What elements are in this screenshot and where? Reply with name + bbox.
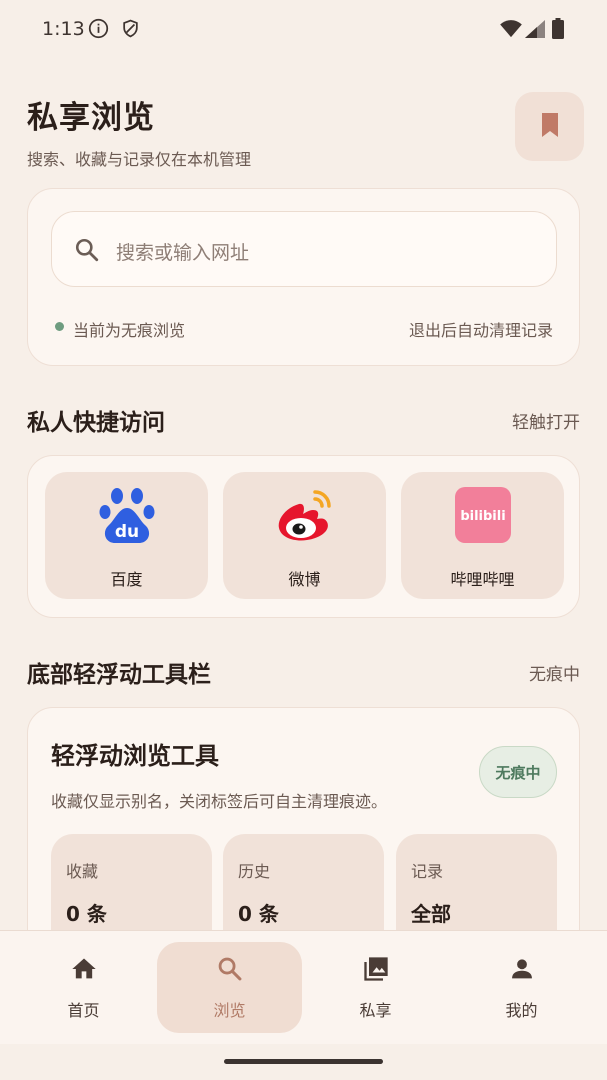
nav-browse[interactable]: 浏览: [157, 931, 302, 1044]
nav-label: 首页: [67, 1001, 100, 1020]
signal-icon: [525, 20, 545, 42]
quick-access-card: du 百度 微博 bilibili 哔哩哔哩: [27, 455, 580, 618]
quick-access-title: 私人快捷访问: [27, 410, 165, 436]
search-placeholder: 搜索或输入网址: [116, 242, 250, 264]
stat-value: 全部: [411, 902, 451, 926]
gallery-icon: [362, 955, 390, 983]
baidu-logo-icon: du: [99, 486, 155, 544]
quick-item-weibo[interactable]: 微博: [223, 472, 386, 599]
shield-icon: [121, 18, 140, 43]
tools-card-subtitle: 收藏仅显示别名，关闭标签后可自主清理痕迹。: [51, 792, 388, 811]
quick-item-label: 哔哩哔哩: [450, 570, 515, 589]
bookmarks-button[interactable]: [515, 92, 584, 161]
quick-item-bilibili[interactable]: bilibili 哔哩哔哩: [401, 472, 564, 599]
nav-label: 浏览: [213, 1001, 246, 1020]
search-icon: [216, 955, 244, 983]
nav-profile[interactable]: 我的: [449, 931, 594, 1044]
search-icon: [74, 237, 100, 267]
quick-item-label: 微博: [288, 570, 321, 589]
stat-label: 收藏: [66, 862, 99, 881]
bilibili-logo-icon: bilibili: [455, 486, 511, 544]
page-subtitle: 搜索、收藏与记录仅在本机管理: [27, 150, 252, 169]
page-title: 私享浏览: [27, 100, 155, 136]
search-input[interactable]: 搜索或输入网址: [51, 211, 557, 287]
quick-access-action: 轻触打开: [512, 413, 580, 433]
bilibili-logo-text: bilibili: [460, 509, 505, 524]
auto-clean-text: 退出后自动清理记录: [408, 321, 553, 340]
svg-text:du: du: [115, 522, 139, 542]
nav-label: 私享: [359, 1001, 392, 1020]
nav-home[interactable]: 首页: [11, 931, 156, 1044]
incognito-badge[interactable]: 无痕中: [479, 746, 557, 798]
toolbar-section-title: 底部轻浮动工具栏: [27, 662, 211, 688]
nav-label: 我的: [505, 1001, 538, 1020]
incognito-mode-text: 当前为无痕浏览: [73, 321, 186, 340]
wifi-icon: [500, 20, 522, 42]
stat-value: 0 条: [66, 902, 107, 926]
search-card: 搜索或输入网址 当前为无痕浏览 退出后自动清理记录: [27, 188, 580, 366]
weibo-logo-icon: [277, 486, 333, 544]
tools-card-title: 轻浮动浏览工具: [51, 742, 219, 770]
bottom-navigation: 首页 浏览 私享 我的: [0, 930, 607, 1044]
info-icon: [88, 18, 109, 43]
battery-icon: [552, 18, 564, 43]
toolbar-section-status: 无痕中: [529, 665, 580, 685]
incognito-status-dot: [55, 322, 64, 331]
status-bar: 1:13: [0, 0, 607, 60]
home-icon: [70, 955, 98, 983]
bookmark-icon: [540, 112, 560, 142]
quick-item-label: 百度: [110, 570, 143, 589]
gesture-home-bar[interactable]: [224, 1059, 383, 1064]
stat-value: 0 条: [238, 902, 279, 926]
stat-label: 历史: [238, 862, 271, 881]
quick-item-baidu[interactable]: du 百度: [45, 472, 208, 599]
nav-private[interactable]: 私享: [303, 931, 448, 1044]
status-time: 1:13: [42, 18, 85, 40]
stat-label: 记录: [411, 862, 444, 881]
person-icon: [508, 955, 536, 983]
